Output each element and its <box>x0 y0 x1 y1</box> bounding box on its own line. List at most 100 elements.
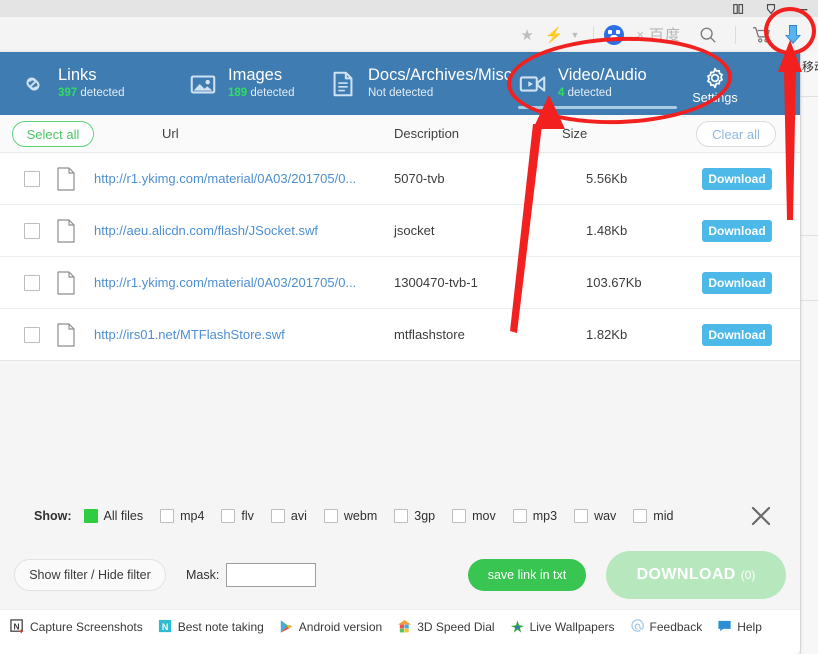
restore-icon[interactable] <box>732 2 746 16</box>
footer-link-help[interactable]: Help <box>717 619 762 634</box>
show-hide-filter-button[interactable]: Show filter / Hide filter <box>14 559 166 591</box>
table-row[interactable]: http://aeu.alicdn.com/flash/JSocket.swf … <box>0 205 800 257</box>
filter-checkbox-all-files[interactable] <box>83 509 98 523</box>
row-url[interactable]: http://r1.ykimg.com/material/0A03/201705… <box>94 275 386 290</box>
tab-links-subtitle: 397 detected <box>58 86 125 101</box>
select-all-button[interactable]: Select all <box>12 121 94 147</box>
tab-links[interactable]: Links 397 detected <box>0 52 170 115</box>
filter-option-avi[interactable]: avi <box>270 509 307 523</box>
row-download-button[interactable]: Download <box>702 219 772 242</box>
tab-video-subtitle: 4 detected <box>558 86 647 101</box>
download-all-count: (0) <box>740 568 756 582</box>
filter-option-mid[interactable]: mid <box>633 509 673 523</box>
browser-titlebar <box>0 0 818 17</box>
filter-checkbox-mid[interactable] <box>633 509 648 523</box>
chevron-down-icon[interactable]: ▼ <box>568 17 587 52</box>
speed-dial-house-icon <box>398 619 412 633</box>
filter-option-mp4[interactable]: mp4 <box>160 509 204 523</box>
star-icon[interactable]: ★ <box>514 17 539 52</box>
filter-option-wav[interactable]: wav <box>574 509 616 523</box>
row-size: 103.67Kb <box>586 275 642 290</box>
empty-list-area <box>0 361 800 491</box>
row-checkbox[interactable] <box>24 170 40 187</box>
filter-checkbox-avi[interactable] <box>270 509 285 523</box>
file-icon <box>57 218 75 243</box>
tab-links-title: Links <box>58 66 97 84</box>
shopping-cart-icon[interactable] <box>752 26 772 44</box>
table-header: Select all Url Description Size Clear al… <box>0 115 800 153</box>
filter-checkbox-flv[interactable] <box>221 509 236 523</box>
page-divider-2 <box>800 235 818 236</box>
filter-checkbox-mp3[interactable] <box>512 509 527 523</box>
row-download-button[interactable]: Download <box>702 167 772 190</box>
action-bar: Show filter / Hide filter Mask: save lin… <box>0 541 800 609</box>
filter-label-webm: webm <box>343 509 378 523</box>
row-url[interactable]: http://r1.ykimg.com/material/0A03/201705… <box>94 171 386 186</box>
link-chain-icon <box>26 77 40 90</box>
pin-icon[interactable] <box>764 2 778 16</box>
row-url[interactable]: http://irs01.net/MTFlashStore.swf <box>94 327 386 342</box>
svg-text:N: N <box>162 622 168 632</box>
close-icon[interactable] <box>750 505 772 527</box>
filter-checkbox-wav[interactable] <box>574 509 589 523</box>
tab-video-audio[interactable]: Video/Audio 4 detected <box>500 52 685 115</box>
speech-bubble-icon <box>718 620 731 632</box>
category-tab-bar: Links 397 detected Images 189 detected D… <box>0 52 800 115</box>
filter-checkbox-mp4[interactable] <box>160 509 175 523</box>
tab-docs-archives-misc[interactable]: Docs/Archives/Misc Not detected <box>310 52 512 115</box>
row-description: 5070-tvb <box>394 171 445 186</box>
filter-option-flv[interactable]: flv <box>221 509 254 523</box>
tab-links-detected-label: detected <box>77 87 125 99</box>
mask-input[interactable] <box>226 563 317 587</box>
row-checkbox[interactable] <box>24 274 40 291</box>
baidu-paw-logo <box>604 24 625 45</box>
filter-checkbox-webm[interactable] <box>323 509 338 523</box>
download-manager-panel: Links 397 detected Images 189 detected D… <box>0 52 800 654</box>
row-url[interactable]: http://aeu.alicdn.com/flash/JSocket.swf <box>94 223 386 238</box>
image-icon <box>190 74 216 93</box>
filter-option-mp3[interactable]: mp3 <box>512 509 558 523</box>
evernote-capture-icon: N <box>10 619 24 634</box>
engine-close-icon[interactable]: × <box>636 27 644 42</box>
row-size: 1.82Kb <box>586 327 628 342</box>
search-icon[interactable] <box>699 26 717 44</box>
filter-option-webm[interactable]: webm <box>323 509 378 523</box>
filter-label-mp3: mp3 <box>532 509 558 523</box>
minimize-icon[interactable] <box>796 2 810 16</box>
footer-link-feedback[interactable]: Feedback <box>630 619 702 634</box>
footer-link-capture-screenshots[interactable]: N Capture Screenshots <box>10 619 143 634</box>
footer-link-android-version[interactable]: Android version <box>279 619 382 634</box>
filter-option-3gp[interactable]: 3gp <box>394 509 435 523</box>
row-download-button[interactable]: Download <box>702 271 772 294</box>
filter-label-avi: avi <box>290 509 307 523</box>
filter-label-3gp: 3gp <box>414 509 436 523</box>
footer-links-bar: N Capture Screenshots N Best note taking <box>0 609 800 643</box>
tab-images-subtitle: 189 detected <box>228 86 295 101</box>
row-checkbox[interactable] <box>24 326 40 343</box>
footer-link-live-wallpapers[interactable]: Live Wallpapers <box>510 619 615 634</box>
browser-toolbar: ★ ⚡ ▼ × 百度 <box>0 17 818 52</box>
clear-all-button[interactable]: Clear all <box>696 121 776 147</box>
download-all-button[interactable]: DOWNLOAD (0) <box>606 551 786 599</box>
settings-button[interactable]: Settings <box>685 52 745 115</box>
filter-option-all-files[interactable]: All files <box>83 509 143 523</box>
footer-link-3d-speed-dial[interactable]: 3D Speed Dial <box>397 619 495 634</box>
row-size: 1.48Kb <box>586 223 628 238</box>
table-row[interactable]: http://r1.ykimg.com/material/0A03/201705… <box>0 257 800 309</box>
row-checkbox[interactable] <box>24 222 40 239</box>
downloader-extension-button[interactable] <box>776 19 810 50</box>
save-link-in-txt-button[interactable]: save link in txt <box>468 559 586 591</box>
table-row[interactable]: http://r1.ykimg.com/material/0A03/201705… <box>0 153 800 205</box>
footer-link-best-note-taking[interactable]: N Best note taking <box>158 619 264 634</box>
filter-option-mov[interactable]: mov <box>452 509 496 523</box>
table-row[interactable]: http://irs01.net/MTFlashStore.swf mtflas… <box>0 309 800 361</box>
lightning-bolt-icon[interactable]: ⚡ <box>540 17 569 52</box>
filter-checkbox-mov[interactable] <box>452 509 467 523</box>
tab-docs-title: Docs/Archives/Misc <box>368 66 512 84</box>
file-list: http://r1.ykimg.com/material/0A03/201705… <box>0 153 800 361</box>
search-engine-name: 百度 <box>648 27 681 44</box>
filter-label-wav: wav <box>594 509 617 523</box>
tab-images[interactable]: Images 189 detected <box>170 52 310 115</box>
row-download-button[interactable]: Download <box>702 323 772 346</box>
filter-checkbox-3gp[interactable] <box>394 509 409 523</box>
